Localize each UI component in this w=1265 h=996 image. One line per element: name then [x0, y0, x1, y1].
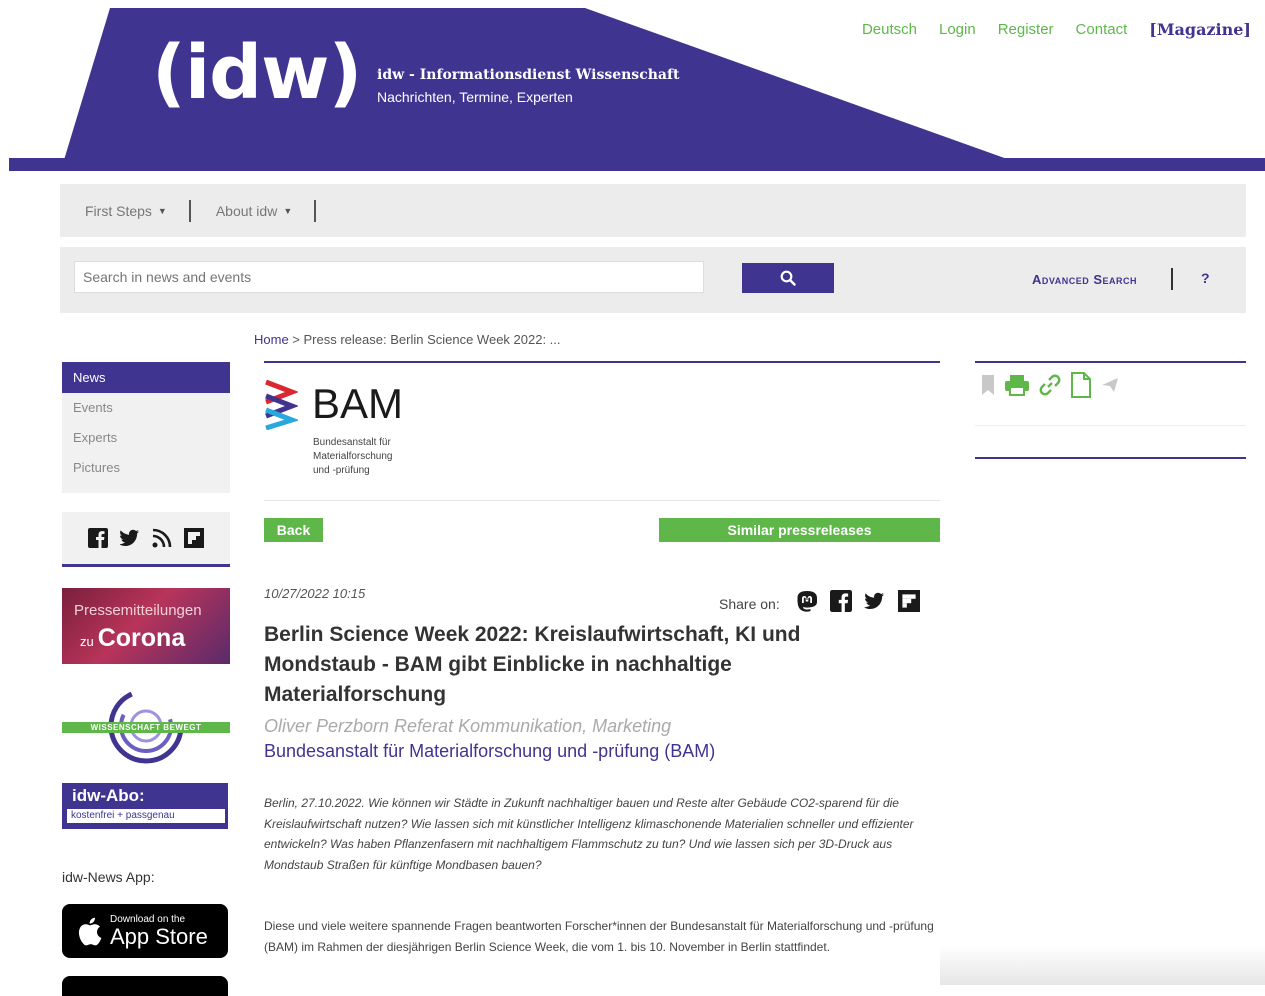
- apple-icon: [78, 917, 102, 946]
- article-tools: [980, 372, 1120, 403]
- facebook-icon[interactable]: [87, 527, 109, 549]
- app-store-big-text: App Store: [110, 923, 208, 949]
- google-play-button[interactable]: [62, 976, 228, 996]
- menu-divider: [188, 199, 191, 222]
- back-button[interactable]: Back: [264, 518, 323, 542]
- abo-title: idw-Abo:: [72, 786, 145, 805]
- share-icon[interactable]: [1100, 375, 1120, 400]
- breadcrumb-home-link[interactable]: Home: [254, 332, 289, 347]
- breadcrumb-separator: >: [288, 332, 304, 347]
- search-icon: [780, 270, 796, 286]
- bam-sub-line: Materialforschung: [313, 451, 393, 462]
- corona-banner-line2: zu Corona: [80, 624, 185, 653]
- flipboard-share-icon[interactable]: [897, 590, 920, 617]
- link-icon[interactable]: [1038, 373, 1062, 402]
- site-header: (idw) idw - Informationsdienst Wissensch…: [0, 0, 1265, 178]
- document-icon[interactable]: [1070, 372, 1092, 403]
- corona-banner-small: zu: [80, 634, 94, 649]
- content-top-rule: [264, 361, 940, 363]
- bookmark-icon[interactable]: [980, 374, 996, 401]
- caret-down-icon: ▼: [157, 205, 167, 216]
- menu-first-steps[interactable]: First Steps ▼: [85, 203, 167, 219]
- sidebar-item-experts[interactable]: Experts: [62, 423, 230, 453]
- bam-logo-mark: [265, 379, 298, 430]
- search-help-link[interactable]: ?: [1201, 270, 1210, 286]
- app-store-small-text: Download on the: [110, 913, 186, 925]
- article-title: Berlin Science Week 2022: Kreislaufwirts…: [264, 623, 801, 706]
- breadcrumb: Home > Press release: Berlin Science Wee…: [254, 332, 561, 347]
- search-button[interactable]: [742, 263, 834, 293]
- nav-login-link[interactable]: Login: [939, 21, 976, 38]
- bam-sub-line: und -prüfung: [313, 465, 370, 476]
- app-label: idw-News App:: [62, 869, 155, 885]
- search-bar: Advanced Search ?: [60, 247, 1246, 313]
- site-tagline-subtitle: Nachrichten, Termine, Experten: [377, 89, 573, 105]
- social-links: [62, 512, 230, 567]
- top-navigation: Deutsch Login Register Contact [Magazine…: [862, 20, 1251, 39]
- facebook-share-icon[interactable]: [829, 590, 852, 617]
- flipboard-icon[interactable]: [183, 527, 205, 549]
- right-divider: [975, 425, 1246, 426]
- idw-abo-banner[interactable]: idw-Abo: kostenfrei + passgenau: [62, 783, 228, 829]
- main-menu-bar: First Steps ▼ About idw ▼: [60, 184, 1246, 237]
- search-input[interactable]: [74, 261, 704, 293]
- rss-icon[interactable]: [151, 527, 173, 549]
- content-divider: [264, 500, 940, 501]
- menu-about-label: About idw: [215, 202, 278, 219]
- mastodon-icon[interactable]: [796, 590, 818, 617]
- bam-logo-name: BAM: [312, 380, 404, 427]
- article-date: 10/27/2022 10:15: [264, 586, 366, 601]
- search-divider: [1171, 268, 1173, 290]
- caret-down-icon: ▼: [283, 205, 293, 216]
- sidebar-item-events[interactable]: Events: [62, 393, 230, 423]
- article-body-paragraph: Diese und viele weitere spannende Fragen…: [264, 919, 934, 954]
- abo-subtitle: kostenfrei + passgenau: [67, 809, 225, 823]
- app-store-text: Download on the App Store: [110, 914, 208, 949]
- nav-deutsch-link[interactable]: Deutsch: [862, 21, 917, 38]
- wissenschaft-bewegt-label: WISSENSCHAFT BEWEGT: [62, 722, 230, 733]
- similar-pressreleases-button[interactable]: Similar pressreleases: [659, 518, 940, 542]
- sidebar-item-news[interactable]: News: [62, 362, 230, 393]
- menu-first-steps-label: First Steps: [85, 202, 152, 219]
- print-icon[interactable]: [1004, 374, 1030, 401]
- nav-magazine-link[interactable]: [Magazine]: [1149, 20, 1251, 39]
- right-bottom-rule: [975, 457, 1246, 459]
- site-tagline-title: idw - Informationsdienst Wissenschaft: [377, 67, 680, 83]
- sidebar-navigation: News Events Experts Pictures: [62, 362, 230, 493]
- corona-banner-line1: Pressemitteilungen: [74, 602, 202, 619]
- menu-divider: [314, 199, 317, 222]
- twitter-share-icon[interactable]: [863, 592, 886, 615]
- advanced-search-link[interactable]: Advanced Search: [1032, 272, 1137, 287]
- share-label: Share on:: [719, 595, 780, 612]
- share-bar: Share on:: [719, 590, 920, 617]
- article-lead: Berlin, 27.10.2022. Wie können wir Städt…: [264, 796, 914, 872]
- corona-press-banner[interactable]: Pressemitteilungen zu Corona: [62, 588, 230, 664]
- nav-contact-link[interactable]: Contact: [1076, 21, 1128, 38]
- menu-about-idw[interactable]: About idw ▼: [216, 203, 292, 219]
- nav-register-link[interactable]: Register: [998, 21, 1054, 38]
- corona-banner-big: Corona: [97, 624, 186, 652]
- bottom-shadow: [940, 945, 1265, 985]
- article-author: Oliver Perzborn Referat Kommunikation, M…: [264, 716, 672, 736]
- bam-logo-subtitle: Bundesanstalt für Materialforschung und …: [313, 436, 392, 478]
- bam-sub-line: Bundesanstalt für: [313, 437, 391, 448]
- right-top-rule: [975, 361, 1246, 363]
- app-store-button[interactable]: Download on the App Store: [62, 904, 228, 958]
- article-institution-link[interactable]: Bundesanstalt für Materialforschung und …: [264, 741, 715, 762]
- breadcrumb-current: Press release: Berlin Science Week 2022:…: [303, 332, 561, 347]
- sidebar-item-pictures[interactable]: Pictures: [62, 453, 230, 483]
- twitter-icon[interactable]: [119, 527, 141, 549]
- wissenschaft-bewegt-banner[interactable]: WISSENSCHAFT BEWEGT: [62, 684, 230, 768]
- idw-logo[interactable]: (idw): [152, 36, 362, 110]
